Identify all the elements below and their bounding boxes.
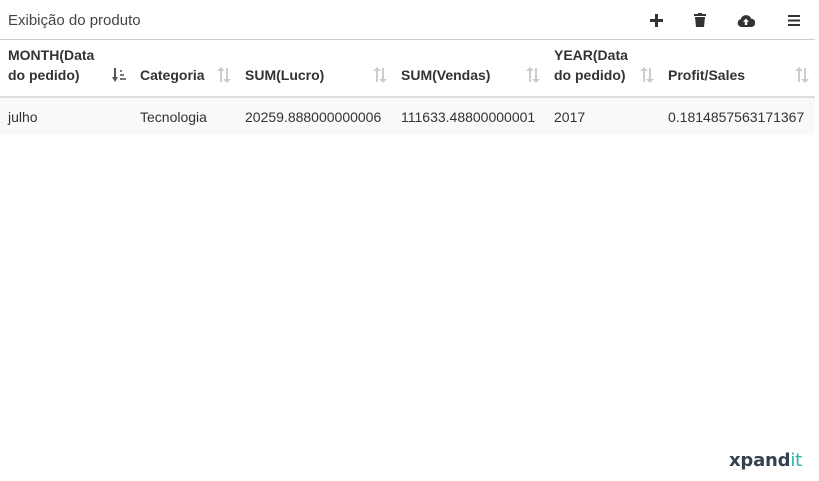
logo-text-main: xpand	[729, 450, 791, 471]
delete-button[interactable]	[690, 10, 710, 30]
menu-button[interactable]	[784, 10, 804, 30]
table-cell: 20259.888000000006	[237, 97, 393, 135]
column-header-label: SUM(Vendas)	[401, 67, 491, 83]
table-header-row: MONTH(Data do pedido) Categoria SUM(Lucr…	[0, 40, 815, 98]
add-icon	[649, 13, 663, 27]
table-row[interactable]: julho Tecnologia 20259.888000000006 1116…	[0, 97, 815, 135]
column-header-label: do pedido)	[8, 67, 80, 83]
upload-button[interactable]	[736, 10, 756, 30]
data-table: MONTH(Data do pedido) Categoria SUM(Lucr…	[0, 40, 815, 135]
column-header-label: Profit/Sales	[668, 67, 746, 83]
column-header-label: do pedido)	[554, 67, 626, 83]
sort-unsorted-icon[interactable]	[373, 67, 387, 83]
table-cell: 2017	[546, 97, 660, 135]
xpandit-logo: xpandit	[729, 449, 802, 473]
add-button[interactable]	[646, 10, 666, 30]
column-header-label: MONTH(Data	[8, 47, 95, 63]
sort-unsorted-icon[interactable]	[526, 67, 540, 83]
column-header-year[interactable]: YEAR(Data do pedido)	[546, 40, 660, 98]
column-header-month[interactable]: MONTH(Data do pedido)	[0, 40, 132, 98]
menu-icon	[788, 14, 800, 26]
logo-text-accent: it	[790, 450, 803, 471]
cloud-upload-icon	[737, 14, 755, 27]
table-cell: 111633.48800000001	[393, 97, 546, 135]
sort-unsorted-icon[interactable]	[795, 67, 809, 83]
product-view-panel: Exibição do produto MONTH(Data do pedido…	[0, 0, 815, 481]
column-header-label: SUM(Lucro)	[245, 67, 325, 83]
table-cell: julho	[0, 97, 132, 135]
column-header-sum-profit[interactable]: SUM(Lucro)	[237, 40, 393, 98]
column-header-profit-sales[interactable]: Profit/Sales	[660, 40, 815, 98]
sort-unsorted-icon[interactable]	[640, 67, 654, 83]
column-header-category[interactable]: Categoria	[132, 40, 237, 98]
table-cell: 0.1814857563171367	[660, 97, 815, 135]
trash-icon	[694, 13, 706, 27]
panel-header: Exibição do produto	[0, 0, 815, 40]
table-cell: Tecnologia	[132, 97, 237, 135]
column-header-sum-sales[interactable]: SUM(Vendas)	[393, 40, 546, 98]
column-header-label: YEAR(Data	[554, 47, 628, 63]
panel-title: Exibição do produto	[8, 12, 141, 29]
sort-unsorted-icon[interactable]	[217, 67, 231, 83]
sort-descending-icon[interactable]	[112, 67, 126, 83]
